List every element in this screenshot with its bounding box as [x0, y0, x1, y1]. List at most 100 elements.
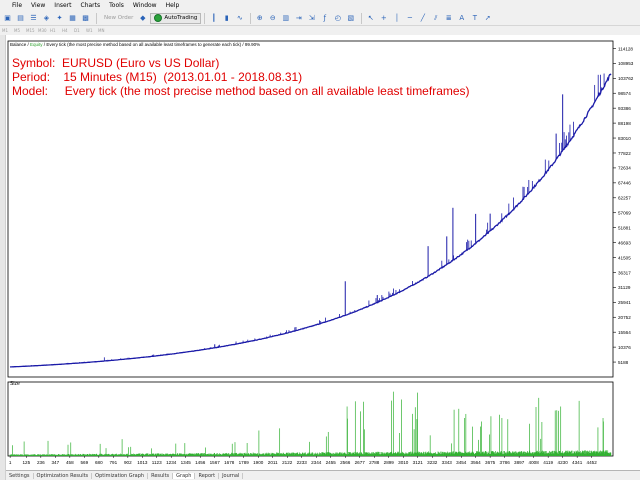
- size-panel-label: Size: [10, 381, 20, 387]
- menu-tools[interactable]: Tools: [109, 2, 124, 9]
- y-tick-label: 57069: [618, 211, 631, 216]
- timeframe-w1[interactable]: W1: [86, 28, 95, 33]
- legend-quality: 99.90%: [244, 42, 261, 47]
- overlay-symbol: Symbol: EURUSD (Euro vs US Dollar): [12, 56, 220, 70]
- chart-legend: Balance / Equity / Every tick (the most …: [10, 42, 261, 47]
- y-tick-label: 93386: [618, 106, 631, 111]
- menu-insert[interactable]: Insert: [54, 2, 71, 9]
- x-tick-label: 1234: [166, 460, 177, 465]
- tab-journal[interactable]: Journal: [219, 472, 244, 479]
- data-window-icon[interactable]: ◈: [41, 13, 52, 24]
- fibonacci-icon[interactable]: ≣: [443, 13, 454, 24]
- y-tick-label: 88198: [618, 121, 631, 126]
- tester-icon[interactable]: ▩: [80, 13, 91, 24]
- x-tick-label: 4452: [587, 460, 598, 465]
- tab-settings[interactable]: Settings: [6, 472, 34, 479]
- vertical-line-icon[interactable]: │: [391, 13, 402, 24]
- tab-report[interactable]: Report: [195, 472, 220, 479]
- new-order-button[interactable]: New Order: [100, 13, 137, 24]
- x-tick-label: 3564: [471, 460, 482, 465]
- x-tick-label: 2455: [326, 460, 337, 465]
- x-tick-label: 680: [95, 460, 103, 465]
- x-tick-label: 2233: [297, 460, 308, 465]
- new-chart-icon[interactable]: ▣: [2, 13, 13, 24]
- menu-file[interactable]: File: [12, 2, 22, 9]
- trendline-icon[interactable]: ╱: [417, 13, 428, 24]
- x-tick-label: 2566: [340, 460, 351, 465]
- timeframe-mn[interactable]: MN: [98, 28, 107, 33]
- profiles-icon[interactable]: ▤: [15, 13, 26, 24]
- x-tick-label: 4119: [543, 460, 553, 465]
- timeframe-h4[interactable]: H4: [62, 28, 71, 33]
- x-tick-label: 3232: [427, 460, 438, 465]
- timeframe-m30[interactable]: M30: [38, 28, 47, 33]
- x-tick-label: 3675: [485, 460, 496, 465]
- x-tick-label: 3343: [442, 460, 453, 465]
- metaeditor-icon[interactable]: ◆: [137, 13, 148, 24]
- x-tick-label: 1900: [253, 460, 264, 465]
- text-label-icon[interactable]: T: [469, 13, 480, 24]
- tab-optimization-results[interactable]: Optimization Results: [34, 472, 93, 479]
- terminal-icon[interactable]: ▦: [67, 13, 78, 24]
- x-tick-label: 1345: [181, 460, 192, 465]
- x-tick-label: 3897: [514, 460, 525, 465]
- x-tick-label: 2899: [384, 460, 395, 465]
- toolbar-separator: [361, 12, 363, 24]
- tab-graph[interactable]: Graph: [173, 472, 196, 479]
- size-plot-frame: [7, 381, 614, 457]
- x-tick-label: 1123: [152, 460, 162, 465]
- market-watch-icon[interactable]: ☰: [28, 13, 39, 24]
- cursor-icon[interactable]: ↖: [365, 13, 376, 24]
- legend-equity: Equity: [30, 42, 43, 47]
- indicators-icon[interactable]: ƒ: [319, 13, 330, 24]
- x-tick-label: 2677: [355, 460, 366, 465]
- y-tick-label: 25941: [618, 300, 631, 305]
- autoscroll-icon[interactable]: ⇲: [306, 13, 317, 24]
- x-tick-label: 2011: [268, 460, 278, 465]
- y-tick-label: 20752: [618, 315, 631, 320]
- new-order-label: New Order: [104, 15, 134, 21]
- x-tick-label: 1678: [224, 460, 235, 465]
- tab-optimization-graph[interactable]: Optimization Graph: [92, 472, 149, 479]
- x-tick-label: 125: [22, 460, 30, 465]
- y-tick-label: 41505: [618, 255, 631, 260]
- timeframe-m15[interactable]: M15: [26, 28, 35, 33]
- chart-shift-icon[interactable]: ⇥: [293, 13, 304, 24]
- y-tick-label: 31129: [618, 285, 631, 290]
- x-tick-label: 1567: [210, 460, 221, 465]
- tab-results[interactable]: Results: [148, 472, 174, 479]
- y-tick-label: 5188: [618, 360, 629, 365]
- x-tick-label: 4008: [529, 460, 540, 465]
- templates-icon[interactable]: ▧: [345, 13, 356, 24]
- line-chart-icon[interactable]: ∿: [234, 13, 245, 24]
- timeframe-m5[interactable]: M5: [14, 28, 23, 33]
- horizontal-line-icon[interactable]: ─: [404, 13, 415, 24]
- menu-window[interactable]: Window: [133, 2, 157, 9]
- menu-help[interactable]: Help: [166, 2, 180, 9]
- menu-charts[interactable]: Charts: [81, 2, 101, 9]
- channel-icon[interactable]: ⫽: [430, 13, 441, 24]
- bar-chart-icon[interactable]: ┃: [208, 13, 219, 24]
- zoom-in-icon[interactable]: ⊕: [254, 13, 265, 24]
- timeframe-h1[interactable]: H1: [50, 28, 59, 33]
- periods-icon[interactable]: ◴: [332, 13, 343, 24]
- navigator-icon[interactable]: ✦: [54, 13, 65, 24]
- main-toolbar: ▣ ▤ ☰ ◈ ✦ ▦ ▩ New Order ◆ AutoTrading ┃ …: [0, 11, 640, 26]
- balance-chart: 114128 108953 103762 98574 93386 88198 83010 77…: [7, 40, 634, 465]
- tester-tabs: Settings Optimization Results Optimization…: [6, 470, 640, 480]
- auto-trading-button[interactable]: AutoTrading: [150, 12, 202, 24]
- tile-windows-icon[interactable]: ▥: [280, 13, 291, 24]
- x-tick-label: 4230: [558, 460, 569, 465]
- timeframe-d1[interactable]: D1: [74, 28, 83, 33]
- menu-view[interactable]: View: [31, 2, 45, 9]
- y-tick-label: 77822: [618, 151, 631, 156]
- arrows-icon[interactable]: ➚: [482, 13, 493, 24]
- crosshair-icon[interactable]: +: [378, 13, 389, 24]
- timeframe-m1[interactable]: M1: [2, 28, 11, 33]
- auto-trading-icon: [154, 14, 163, 22]
- auto-trading-label: AutoTrading: [164, 15, 198, 21]
- y-tick-label: 72634: [618, 166, 631, 171]
- zoom-out-icon[interactable]: ⊖: [267, 13, 278, 24]
- text-tool-icon[interactable]: A: [456, 13, 467, 24]
- candlestick-icon[interactable]: ▮: [221, 13, 232, 24]
